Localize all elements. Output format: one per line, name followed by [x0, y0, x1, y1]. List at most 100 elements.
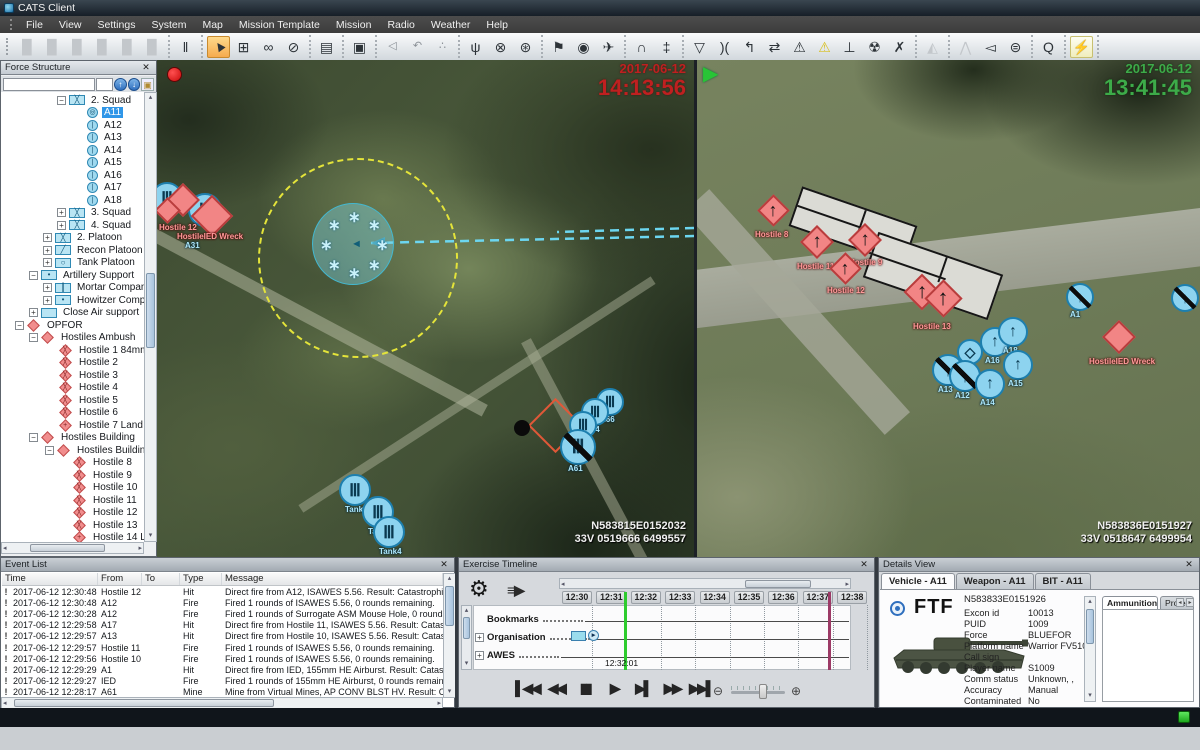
fast-forward-button[interactable]: ▶▶	[659, 675, 685, 702]
timeline-row-bookmarks[interactable]: Bookmarks	[475, 613, 849, 625]
column-header-message[interactable]: Message	[222, 573, 443, 585]
timeline-horizontal-scrollbar[interactable]: ◂ ▸	[559, 578, 851, 589]
force-filter-secondary-input[interactable]	[96, 78, 113, 91]
menu-weather[interactable]: Weather	[423, 17, 479, 33]
expand-icon[interactable]: +	[475, 651, 484, 660]
tab-vehicle-a11[interactable]: Vehicle - A11	[881, 573, 955, 590]
unit-hierarchy-button[interactable]: ⊞	[232, 36, 255, 58]
menu-help[interactable]: Help	[478, 17, 516, 33]
tree-item-hostile-2[interactable]: ╳Hostile 2	[47, 357, 144, 370]
friendly-unit-marker-destroyed[interactable]: ↑	[1066, 283, 1094, 311]
step-forward-button[interactable]: ▶▌	[630, 675, 656, 702]
redo-button[interactable]: ▉	[141, 36, 164, 58]
tree-item-hostile-1-84mm[interactable]: ╳Hostile 1 84mm	[47, 344, 144, 357]
hostile-unit-marker[interactable]	[197, 201, 227, 231]
close-icon[interactable]: ✕	[438, 559, 450, 570]
expand-icon[interactable]: +	[29, 308, 38, 317]
tab-bit-a11[interactable]: BIT - A11	[1035, 573, 1091, 589]
collapse-icon[interactable]: −	[29, 333, 38, 342]
tree-item-2-squad[interactable]: −╳2. Squad	[57, 94, 144, 107]
event-row[interactable]: !2017-06-12 12:29:57A13HitDirect fire fr…	[2, 631, 443, 642]
tree-item-4-squad[interactable]: +╳4. Squad	[57, 219, 144, 232]
tree-item-recon-platoon[interactable]: +╱Recon Platoon	[43, 244, 144, 257]
import-mission-button[interactable]: ▉	[66, 36, 89, 58]
tree-item-a14[interactable]: ∣A14	[75, 144, 144, 157]
map-replay-view[interactable]: ▶ 2017-06-12 13:41:45 N583836E0151927 33…	[697, 60, 1200, 557]
map-pin-button[interactable]: ◉	[572, 36, 595, 58]
skip-end-button[interactable]: ▶▶▌	[688, 675, 714, 702]
elevation-button[interactable]: ⋀	[954, 36, 977, 58]
casualty-button[interactable]: ✗	[888, 36, 911, 58]
hostile-unit-marker[interactable]	[1107, 325, 1131, 349]
event-row[interactable]: !2017-06-12 12:29:57Hostile 11FireFired …	[2, 642, 443, 653]
tab-scroll-left-icon[interactable]: ◂	[1176, 598, 1184, 607]
title-bar[interactable]: CATS Client	[0, 0, 1200, 16]
map-live-view[interactable]: 2017-06-12 14:13:56 N583815E0152032 33V …	[157, 60, 694, 557]
hostile-unit-marker[interactable]: ↑	[834, 257, 857, 280]
speed-zone-button[interactable]: ⊜	[1004, 36, 1027, 58]
expand-icon[interactable]: +	[475, 633, 484, 642]
friendly-unit-marker[interactable]: Ⅲ	[373, 516, 405, 548]
tab-scroll-right-icon[interactable]: ▸	[1186, 598, 1194, 607]
menu-file[interactable]: File	[18, 17, 51, 33]
close-icon[interactable]: ✕	[858, 559, 870, 570]
tab-weapon-a11[interactable]: Weapon - A11	[956, 573, 1034, 589]
collapse-icon[interactable]: −	[45, 446, 54, 455]
collapse-icon[interactable]: −	[29, 271, 38, 280]
bookmark-marker[interactable]	[828, 592, 831, 670]
tree-item-3-squad[interactable]: +╳3. Squad	[57, 207, 144, 220]
close-icon[interactable]: ✕	[140, 62, 152, 73]
chem-hazard-button[interactable]: ⚠	[813, 36, 836, 58]
filter-up-button[interactable]: ↑	[114, 78, 127, 91]
tree-item-opfor[interactable]: −OPFOR	[15, 319, 144, 332]
emplacement-button[interactable]: ⊥	[838, 36, 861, 58]
zoom-in-icon[interactable]: ⊕	[791, 684, 801, 698]
tree-item-a13[interactable]: ∣A13	[75, 132, 144, 145]
menu-system[interactable]: System	[143, 17, 194, 33]
column-header-to[interactable]: To	[142, 573, 180, 585]
tree-item-hostile-14-land-r[interactable]: +Hostile 14 Land R	[61, 532, 144, 543]
expand-icon[interactable]: +	[57, 208, 66, 217]
timeline-zoom-thumb[interactable]	[759, 684, 767, 699]
tree-item-a12[interactable]: ∣A12	[75, 119, 144, 132]
timeline-row-awes[interactable]: +AWES	[475, 649, 849, 661]
menu-settings[interactable]: Settings	[90, 17, 144, 33]
tree-item-hostiles-ambush[interactable]: −Hostiles Ambush	[29, 332, 144, 345]
hostile-unit-marker[interactable]	[158, 201, 177, 220]
tree-item-hostile-7-land-rover[interactable]: +Hostile 7 Land Rover	[47, 419, 144, 432]
timeline-row-organisation[interactable]: +Organisation	[475, 631, 849, 643]
microphone-button[interactable]: ‡	[655, 36, 678, 58]
radio-signal-button[interactable]: ψ	[464, 36, 487, 58]
sound-coverage-button[interactable]: ◅	[979, 36, 1002, 58]
event-row[interactable]: !2017-06-12 12:29:56Hostile 10FireFired …	[2, 653, 443, 664]
tree-item-hostile-13[interactable]: ╳Hostile 13	[61, 519, 144, 532]
skip-start-button[interactable]: ▌◀◀	[514, 675, 540, 702]
menu-mission-template[interactable]: Mission Template	[231, 17, 328, 33]
tree-item-a18[interactable]: ∣A18	[75, 194, 144, 207]
menu-radio[interactable]: Radio	[379, 17, 422, 33]
expand-icon[interactable]: +	[43, 233, 52, 242]
tree-item-hostile-6[interactable]: ╳Hostile 6	[47, 407, 144, 420]
column-header-type[interactable]: Type	[180, 573, 222, 585]
unlink-units-button[interactable]: ⊘	[282, 36, 305, 58]
tree-item-hostile-11[interactable]: ╳Hostile 11	[61, 494, 144, 507]
friendly-unit-marker[interactable]: ↑	[1003, 350, 1033, 380]
timeline-vertical-scrollbar[interactable]: ▴ ▾	[461, 605, 472, 670]
menu-map[interactable]: Map	[194, 17, 230, 33]
event-row[interactable]: !2017-06-12 12:29:27IEDFireFired 1 round…	[2, 676, 443, 687]
tree-item-a17[interactable]: ∣A17	[75, 182, 144, 195]
tree-item-artillery-support[interactable]: −•Artillery Support	[29, 269, 144, 282]
collapse-icon[interactable]: −	[15, 321, 24, 330]
new-folder-button[interactable]: ▣	[141, 78, 154, 91]
link-units-button[interactable]: ∞	[257, 36, 280, 58]
radiation-button[interactable]: ☢	[863, 36, 886, 58]
timeline-ruler[interactable]: 12:3012:3112:3212:3312:3412:3512:3612:37…	[459, 591, 876, 605]
hostile-unit-marker[interactable]: ↑	[930, 285, 957, 312]
tree-item-a15[interactable]: ∣A15	[75, 157, 144, 170]
tree-item-hostile-10[interactable]: ╳Hostile 10	[61, 482, 144, 495]
tab-ammunition[interactable]: Ammunition	[1102, 596, 1158, 609]
tree-item-hostiles-building[interactable]: −Hostiles Building	[45, 444, 144, 457]
event-row[interactable]: !2017-06-12 12:30:48Hostile 12HitDirect …	[2, 586, 443, 597]
rewind-button[interactable]: ◀◀	[543, 675, 569, 702]
event-row[interactable]: !2017-06-12 12:29:58A17HitDirect fire fr…	[2, 620, 443, 631]
